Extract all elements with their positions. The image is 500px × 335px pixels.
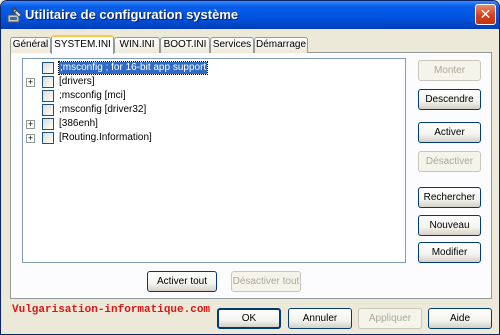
tree-row[interactable]: + [Routing.Information]	[23, 132, 403, 145]
tree-row-label: [drivers]	[59, 76, 95, 87]
tab-services[interactable]: Services	[210, 37, 254, 53]
disable-button[interactable]: Désactiver	[418, 151, 481, 172]
expand-plus-icon[interactable]: +	[26, 78, 35, 87]
entry-checkbox[interactable]	[42, 104, 54, 116]
entry-checkbox[interactable]	[42, 76, 54, 88]
tree-row[interactable]: ;msconfig [driver32]	[23, 104, 403, 117]
entry-checkbox[interactable]	[42, 132, 54, 144]
entry-checkbox[interactable]	[42, 90, 54, 102]
apply-button[interactable]: Appliquer	[358, 308, 422, 329]
tree-row-label: ;msconfig [mci]	[59, 90, 126, 101]
close-icon: ✕	[479, 6, 492, 22]
enable-button[interactable]: Activer	[418, 122, 481, 143]
tab-general[interactable]: Général	[10, 37, 51, 53]
tree-row[interactable]: ;msconfig [mci]	[23, 90, 403, 103]
tree-row[interactable]: + [drivers]	[23, 76, 403, 89]
tree-row-label: ;msconfig ; for 16-bit app support	[57, 61, 209, 75]
tab-demarrage[interactable]: Démarrage	[254, 37, 308, 53]
ok-button[interactable]: OK	[217, 308, 281, 329]
tree-row-label: [Routing.Information]	[59, 132, 152, 143]
expand-plus-icon[interactable]: +	[26, 134, 35, 143]
tab-boot-ini[interactable]: BOOT.INI	[160, 37, 210, 53]
watermark-text: Vulgarisation-informatique.com	[12, 304, 211, 316]
move-up-button[interactable]: Monter	[418, 60, 481, 81]
window-title: Utilitaire de configuration système	[25, 7, 239, 22]
expand-plus-icon[interactable]: +	[26, 120, 35, 129]
tab-win-ini[interactable]: WIN.INI	[114, 37, 160, 53]
help-button[interactable]: Aide	[428, 308, 492, 329]
search-button[interactable]: Rechercher	[418, 187, 481, 208]
modify-button[interactable]: Modifier	[418, 242, 481, 263]
entry-checkbox[interactable]	[42, 118, 54, 130]
tab-system-ini[interactable]: SYSTEM.INI	[51, 35, 114, 54]
tree-row[interactable]: ;msconfig ; for 16-bit app support	[23, 61, 403, 75]
enable-all-button[interactable]: Activer tout	[147, 271, 217, 292]
close-button[interactable]: ✕	[475, 4, 496, 25]
tree-row-label: [386enh]	[59, 118, 98, 129]
msconfig-window: Utilitaire de configuration système ✕ Gé…	[0, 0, 500, 335]
tree-row-label: ;msconfig [driver32]	[59, 104, 147, 115]
entry-checkbox[interactable]	[42, 62, 54, 74]
cancel-button[interactable]: Annuler	[288, 308, 352, 329]
system-ini-tree[interactable]: ;msconfig ; for 16-bit app support + [dr…	[22, 58, 406, 263]
tree-row[interactable]: + [386enh]	[23, 118, 403, 131]
disable-all-button[interactable]: Désactiver tout	[231, 271, 301, 292]
new-button[interactable]: Nouveau	[418, 215, 481, 236]
move-down-button[interactable]: Descendre	[418, 89, 481, 110]
title-bar[interactable]: Utilitaire de configuration système ✕	[1, 1, 499, 29]
msconfig-app-icon	[7, 7, 22, 23]
